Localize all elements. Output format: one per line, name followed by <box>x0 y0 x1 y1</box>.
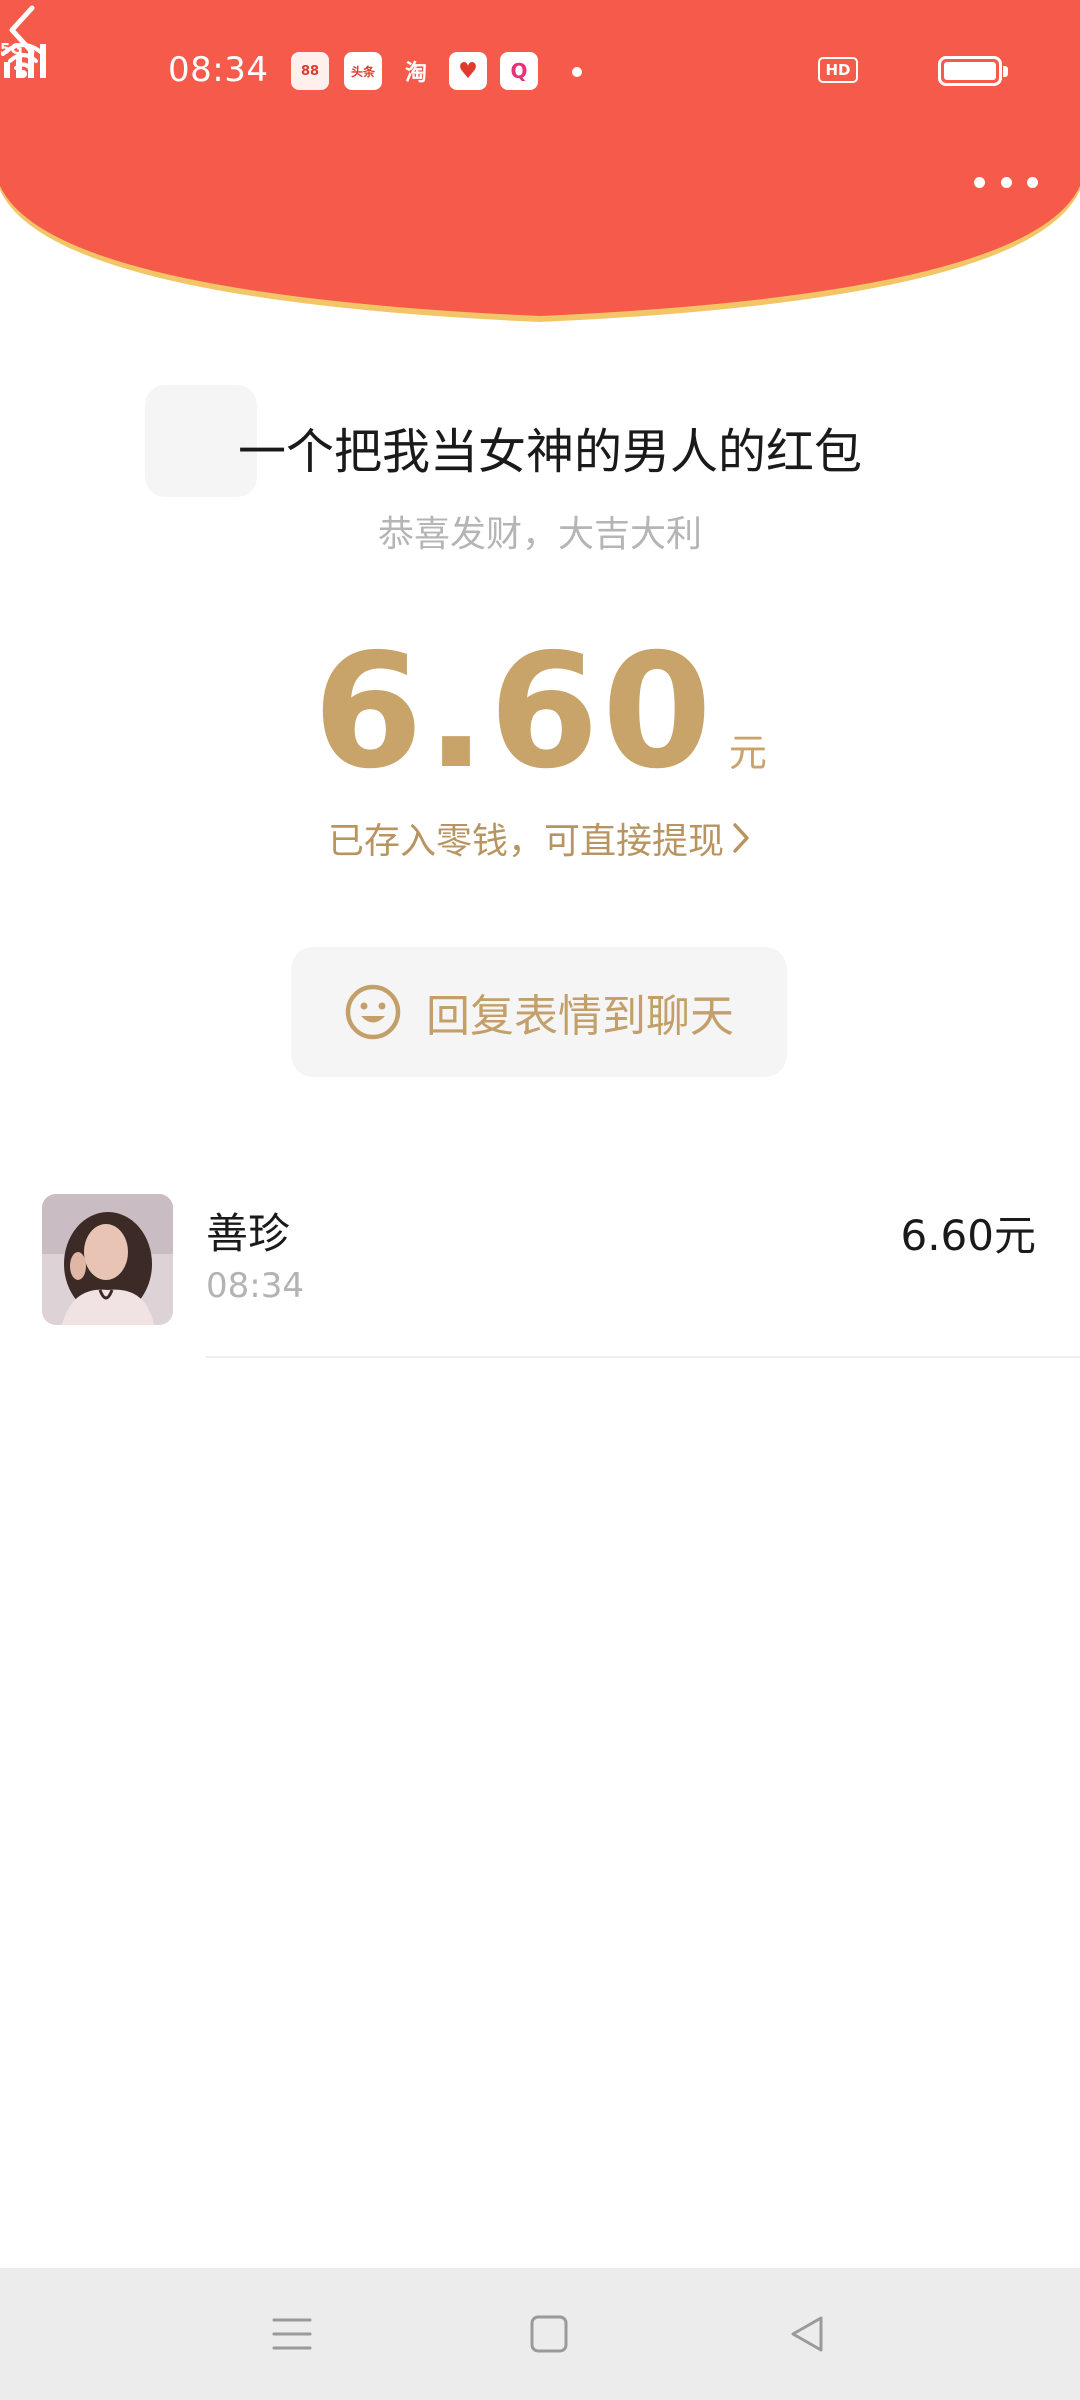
shopping-app-icon: 88 <box>291 52 329 90</box>
battery-icon <box>938 56 1008 86</box>
list-item[interactable]: 善珍 08:34 6.60元 <box>0 1188 1080 1358</box>
more-notifications-dot <box>572 67 582 77</box>
hd-network-icon: HD <box>818 57 858 83</box>
more-options-button[interactable] <box>974 160 1038 204</box>
receiver-avatar[interactable] <box>42 1194 173 1325</box>
toutiao-icon: 头条 <box>344 52 382 90</box>
chat-app-icon: Q <box>500 52 538 90</box>
home-button[interactable] <box>523 2308 575 2360</box>
received-amount: 6.60元 <box>900 1211 1036 1260</box>
status-bar: 08:34 88 头条 淘 ♥ Q HD 5G <box>0 40 1080 104</box>
receive-time: 08:34 <box>206 1266 304 1306</box>
smiley-icon <box>344 983 402 1041</box>
system-navigation-bar <box>0 2268 1080 2400</box>
more-dot-icon <box>1027 176 1038 188</box>
chevron-right-icon <box>730 820 752 856</box>
more-dot-icon <box>1000 176 1012 188</box>
receiver-name: 善珍 <box>206 1209 291 1258</box>
amount-unit: 元 <box>728 731 767 775</box>
avatar-photo <box>42 1194 173 1325</box>
back-button[interactable] <box>0 0 44 60</box>
home-square-icon <box>530 2315 568 2353</box>
sender-title: 一个把我当女神的男人的红包 <box>237 424 862 480</box>
red-envelope-header: 08:34 88 头条 淘 ♥ Q HD 5G <box>0 0 1080 330</box>
menu-icon <box>272 2318 312 2350</box>
red-envelope-detail-page: 08:34 88 头条 淘 ♥ Q HD 5G 一个把我当女神的男人的红包 恭喜… <box>0 0 1080 2400</box>
back-triangle-icon <box>791 2316 823 2352</box>
back-nav-button[interactable] <box>781 2308 833 2360</box>
game-app-icon: ♥ <box>449 52 487 90</box>
wallet-link[interactable]: 已存入零钱，可直接提现 <box>0 812 1080 864</box>
status-time: 08:34 <box>168 50 269 90</box>
more-dot-icon <box>974 176 985 188</box>
taobao-icon: 淘 <box>404 61 427 86</box>
amount-value: 6.60 <box>313 620 715 804</box>
list-divider <box>206 1356 1080 1358</box>
reply-sticker-button[interactable]: 回复表情到聊天 <box>291 947 787 1077</box>
wallet-link-label: 已存入零钱，可直接提现 <box>327 821 724 862</box>
amount-display: 6.60 元 <box>0 620 1080 804</box>
blessing-text: 恭喜发财，大吉大利 <box>377 514 702 555</box>
reply-sticker-label: 回复表情到聊天 <box>426 991 734 1042</box>
menu-button[interactable] <box>266 2308 318 2360</box>
